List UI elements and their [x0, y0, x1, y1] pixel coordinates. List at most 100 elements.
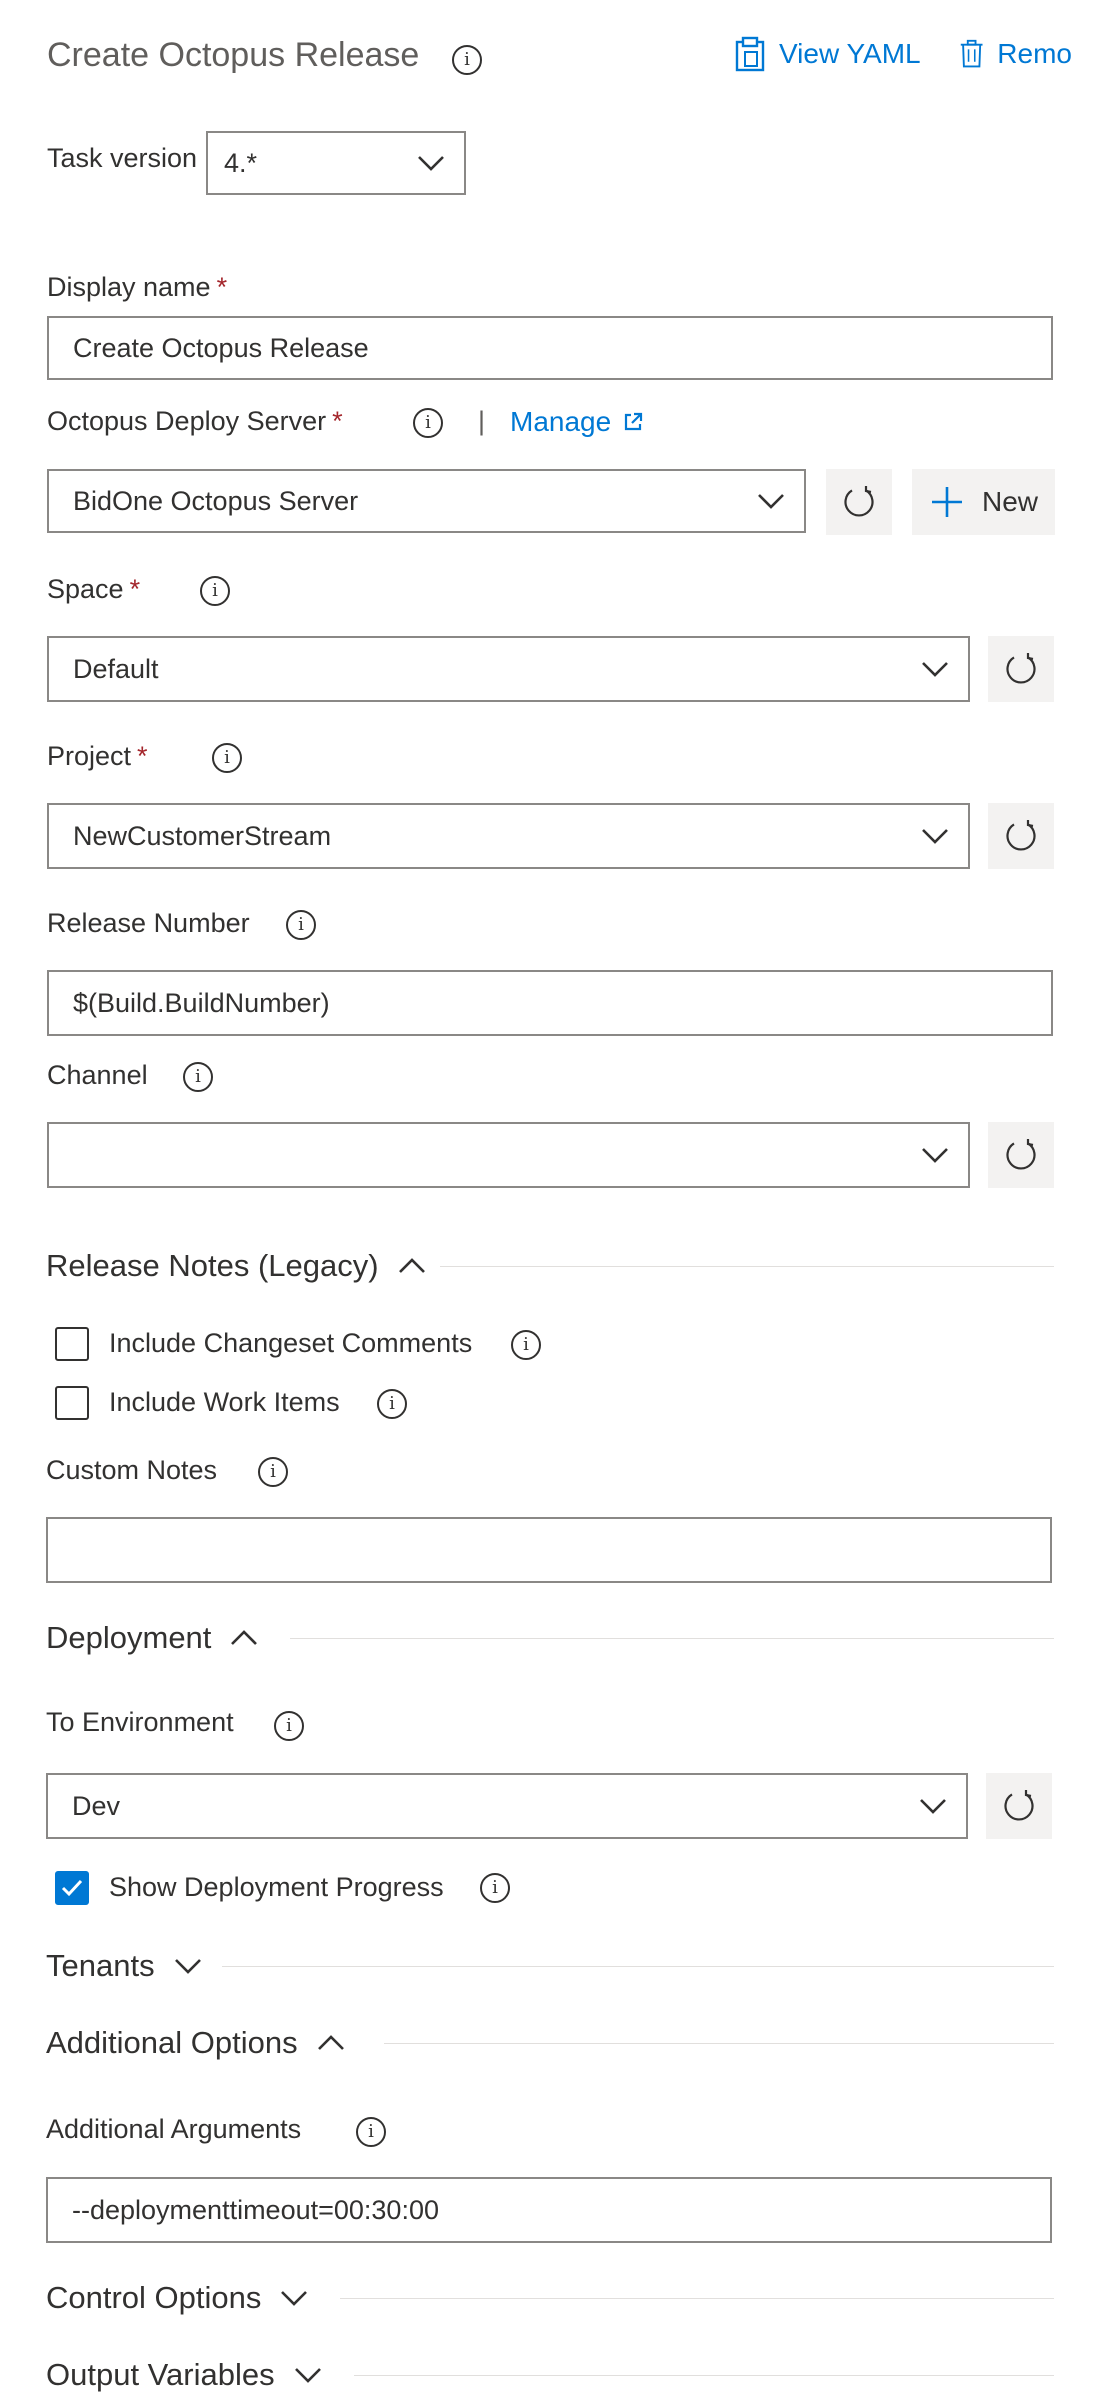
space-select[interactable]: Default — [47, 636, 970, 702]
space-label: Space * — [47, 574, 141, 604]
show-progress-checkbox[interactable] — [55, 1871, 89, 1905]
manage-label: Manage — [510, 406, 612, 437]
control-options-title: Control Options — [46, 2280, 262, 2315]
space-info-icon[interactable]: i — [200, 576, 230, 606]
title-info-icon[interactable]: i — [452, 45, 482, 75]
refresh-icon — [844, 486, 874, 517]
channel-info-icon[interactable]: i — [183, 1062, 213, 1092]
additional-arguments-input[interactable]: --deploymenttimeout=00:30:00 — [46, 2177, 1052, 2243]
additional-arguments-info-icon[interactable]: i — [356, 2117, 386, 2147]
include-work-items-info-icon[interactable]: i — [377, 1389, 407, 1419]
chevron-down-icon — [281, 2291, 308, 2306]
to-environment-label: To Environment — [46, 1707, 234, 1737]
new-connection-button[interactable]: New — [912, 469, 1055, 535]
external-link-icon — [625, 412, 643, 431]
manage-link[interactable]: Manage — [510, 406, 643, 438]
chevron-up-icon — [317, 2035, 344, 2050]
project-info-icon[interactable]: i — [212, 743, 242, 773]
additional-arguments-label: Additional Arguments — [46, 2114, 302, 2144]
view-yaml-button[interactable]: View YAML — [735, 36, 921, 72]
chevron-down-icon — [922, 829, 948, 844]
project-label: Project * — [47, 741, 148, 771]
release-number-info-icon[interactable]: i — [286, 910, 316, 940]
server-refresh-button[interactable] — [826, 469, 892, 535]
chevron-up-icon — [398, 1258, 425, 1273]
channel-refresh-button[interactable] — [988, 1122, 1054, 1188]
refresh-icon — [1004, 1790, 1034, 1821]
view-yaml-label: View YAML — [779, 38, 921, 69]
remove-label: Remo — [997, 38, 1072, 69]
release-notes-section-toggle[interactable]: Release Notes (Legacy) — [46, 1248, 427, 1284]
chevron-down-icon — [920, 1799, 946, 1814]
additional-arguments-value: --deploymenttimeout=00:30:00 — [72, 2194, 439, 2225]
chevron-down-icon — [174, 1959, 201, 1974]
include-work-items-checkbox[interactable] — [55, 1386, 89, 1420]
custom-notes-input[interactable] — [46, 1517, 1052, 1583]
remove-button[interactable]: Remo — [960, 36, 1072, 72]
to-environment-info-icon[interactable]: i — [274, 1711, 304, 1741]
to-environment-value: Dev — [72, 1790, 121, 1821]
output-variables-section-toggle[interactable]: Output Variables — [46, 2357, 323, 2393]
custom-notes-label: Custom Notes — [46, 1455, 218, 1485]
section-divider — [354, 2375, 1054, 2376]
server-value: BidOne Octopus Server — [73, 485, 359, 516]
section-divider — [440, 1266, 1054, 1267]
tenants-title: Tenants — [46, 1948, 155, 1983]
chevron-down-icon — [418, 156, 444, 171]
task-version-select[interactable]: 4.* — [206, 131, 466, 195]
clipboard-icon — [735, 36, 765, 72]
additional-options-section-toggle[interactable]: Additional Options — [46, 2025, 346, 2061]
chevron-up-icon — [231, 1630, 258, 1645]
refresh-icon — [1006, 1139, 1036, 1170]
release-notes-title: Release Notes (Legacy) — [46, 1248, 379, 1283]
section-divider — [290, 1638, 1054, 1639]
section-divider — [340, 2298, 1054, 2299]
space-value: Default — [73, 653, 159, 684]
custom-notes-info-icon[interactable]: i — [258, 1457, 288, 1487]
release-number-value: $(Build.BuildNumber) — [73, 987, 330, 1018]
server-label: Octopus Deploy Server * — [47, 406, 343, 436]
control-options-section-toggle[interactable]: Control Options — [46, 2280, 309, 2316]
show-progress-info-icon[interactable]: i — [480, 1873, 510, 1903]
include-changeset-label: Include Changeset Comments — [109, 1328, 473, 1358]
display-name-value: Create Octopus Release — [73, 332, 369, 363]
server-info-icon[interactable]: i — [413, 408, 443, 438]
deployment-title: Deployment — [46, 1620, 212, 1655]
refresh-icon — [1006, 653, 1036, 684]
chevron-down-icon — [922, 662, 948, 677]
include-changeset-info-icon[interactable]: i — [511, 1330, 541, 1360]
display-name-label: Display name * — [47, 272, 228, 302]
refresh-icon — [1006, 820, 1036, 851]
to-environment-refresh-button[interactable] — [986, 1773, 1052, 1839]
project-refresh-button[interactable] — [988, 803, 1054, 869]
task-version-label: Task version — [47, 143, 198, 173]
task-version-value: 4.* — [224, 147, 258, 178]
section-divider — [222, 1966, 1054, 1967]
show-progress-label: Show Deployment Progress — [109, 1872, 444, 1902]
chevron-down-icon — [922, 1148, 948, 1163]
tenants-section-toggle[interactable]: Tenants — [46, 1948, 203, 1984]
chevron-down-icon — [294, 2368, 321, 2383]
display-name-input[interactable]: Create Octopus Release — [47, 316, 1053, 380]
project-select[interactable]: NewCustomerStream — [47, 803, 970, 869]
include-changeset-checkbox[interactable] — [55, 1327, 89, 1361]
new-label: New — [982, 486, 1039, 517]
deployment-section-toggle[interactable]: Deployment — [46, 1620, 259, 1656]
server-select[interactable]: BidOne Octopus Server — [47, 469, 806, 533]
channel-label: Channel — [47, 1060, 148, 1090]
manage-separator: | — [478, 406, 486, 436]
project-value: NewCustomerStream — [73, 820, 332, 851]
trash-icon — [960, 39, 983, 68]
checkmark-icon — [61, 1879, 83, 1897]
to-environment-select[interactable]: Dev — [46, 1773, 968, 1839]
plus-icon — [932, 487, 962, 517]
section-divider — [384, 2043, 1054, 2044]
include-work-items-label: Include Work Items — [109, 1387, 340, 1417]
release-number-label: Release Number — [47, 908, 250, 938]
channel-select[interactable] — [47, 1122, 970, 1188]
output-variables-title: Output Variables — [46, 2357, 275, 2392]
additional-options-title: Additional Options — [46, 2025, 298, 2060]
page-title: Create Octopus Release — [47, 36, 420, 74]
space-refresh-button[interactable] — [988, 636, 1054, 702]
release-number-input[interactable]: $(Build.BuildNumber) — [47, 970, 1053, 1036]
